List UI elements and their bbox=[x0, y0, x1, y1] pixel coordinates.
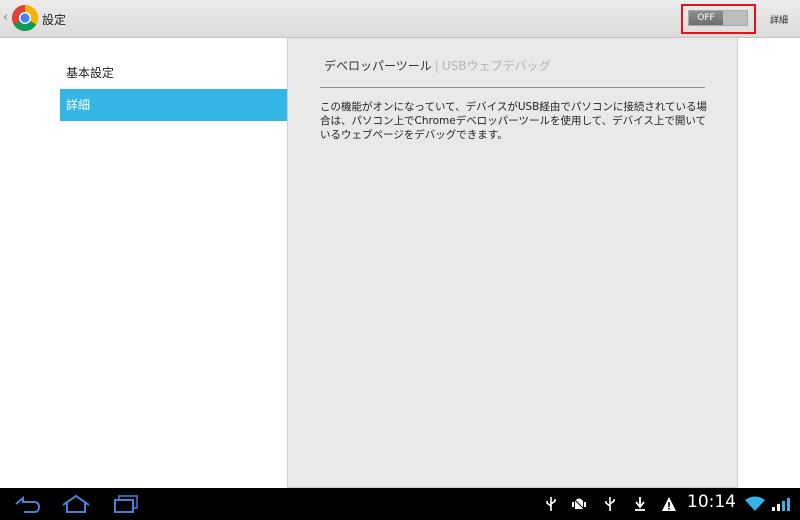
toggle-state-label: OFF bbox=[689, 11, 723, 25]
android-debug-icon bbox=[572, 497, 586, 511]
description-text: この機能がオンになっていて、デバイスがUSB経由でパソコンに接続されている場合は… bbox=[320, 101, 708, 141]
signal-icon bbox=[772, 498, 790, 511]
download-icon bbox=[635, 497, 645, 511]
panel-subtitle: USBウェブデバッグ bbox=[441, 59, 551, 73]
up-caret-icon[interactable]: ‹ bbox=[3, 10, 8, 25]
nav-item-basic-settings[interactable]: 基本設定 bbox=[60, 57, 287, 89]
usb-icon bbox=[605, 497, 615, 511]
recent-apps-icon[interactable] bbox=[112, 494, 140, 514]
usb-debug-toggle[interactable]: OFF bbox=[688, 10, 748, 26]
chrome-logo-icon[interactable] bbox=[11, 4, 39, 32]
back-icon[interactable] bbox=[12, 494, 42, 514]
home-icon[interactable] bbox=[60, 494, 92, 514]
nav-item-advanced[interactable]: 詳細 bbox=[60, 89, 287, 121]
warning-icon bbox=[662, 497, 676, 511]
header-separator: | bbox=[434, 59, 439, 73]
detail-panel: デベロッパーツール | USBウェブデバッグ この機能がオンになっていて、デバイスが… bbox=[287, 38, 738, 488]
action-bar: ‹ 設定 OFF 詳細 bbox=[0, 0, 800, 38]
page-title: 設定 bbox=[42, 13, 67, 27]
divider bbox=[320, 87, 705, 88]
usb-icon bbox=[546, 497, 556, 511]
system-bar: 10:14 bbox=[0, 488, 800, 520]
panel-header: デベロッパーツール | USBウェブデバッグ bbox=[324, 57, 550, 74]
clock: 10:14 bbox=[687, 492, 736, 512]
wifi-icon bbox=[745, 496, 765, 511]
menu-item-detail[interactable]: 詳細 bbox=[770, 13, 788, 26]
panel-title: デベロッパーツール bbox=[324, 59, 432, 73]
